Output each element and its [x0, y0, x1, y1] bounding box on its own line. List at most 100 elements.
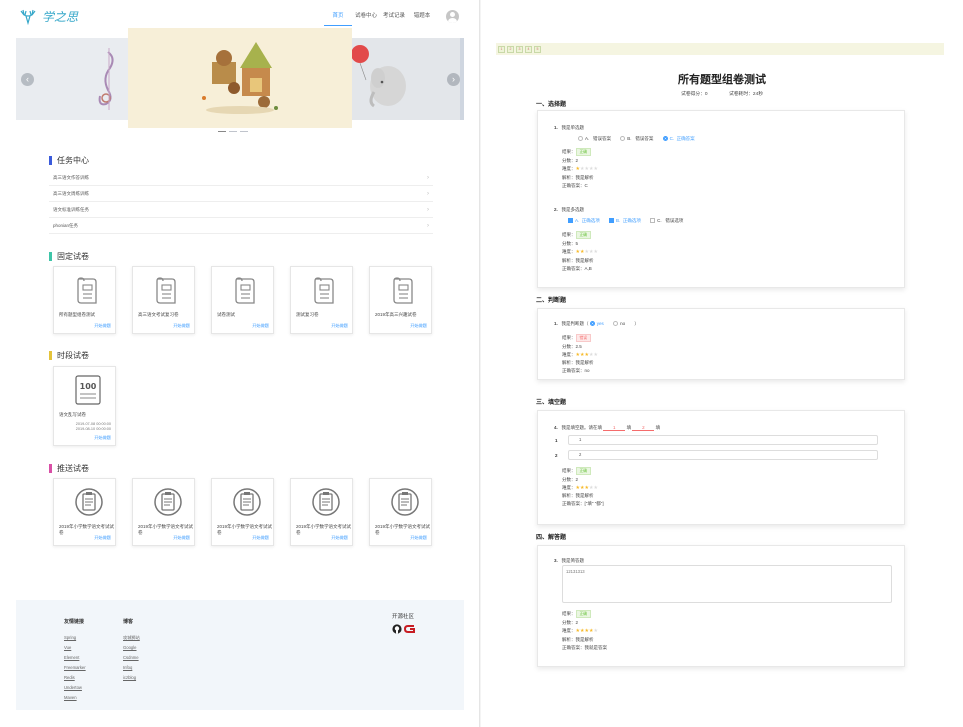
star-empty-icon: ★	[593, 249, 598, 255]
question-stem: 2. 我是多选题	[554, 207, 584, 213]
start-exam-link[interactable]: 开始做题	[94, 535, 111, 541]
carousel-prev-button[interactable]: ‹	[21, 73, 34, 86]
option-c[interactable]: C. 正确答案	[662, 136, 695, 142]
nav-exam-center[interactable]: 试卷中心	[352, 11, 380, 26]
nav-wrong-questions[interactable]: 错题本	[408, 11, 436, 26]
start-exam-link[interactable]: 开始做题	[94, 435, 111, 441]
difficulty-row: 难度：★★★★★	[562, 352, 598, 358]
task-row[interactable]: 语文标准训练任务 ›	[49, 202, 433, 218]
option-b[interactable]: B. 错误答案	[620, 136, 653, 142]
paper-card[interactable]: 2019年小学数学语文考试试卷 开始做题	[290, 478, 353, 546]
paper-card[interactable]: 所有题型组卷测试 开始做题	[53, 266, 116, 334]
question-nav-button[interactable]: 2	[507, 45, 514, 53]
footer-link[interactable]: 攻城狮站	[123, 633, 140, 643]
footer-link[interactable]: Redis	[64, 673, 86, 683]
analysis-row: 解析：我是解析	[562, 175, 594, 181]
question-text-tail: ）	[634, 321, 639, 326]
task-row[interactable]: 高三语文周练训练 ›	[49, 186, 433, 202]
start-exam-link[interactable]: 开始做题	[410, 535, 427, 541]
option-b[interactable]: B. 正确选项	[609, 218, 641, 224]
analysis-row: 解析：我是解析	[562, 258, 594, 264]
option-a[interactable]: A. 正确选项	[568, 218, 600, 224]
answer-input[interactable]: 1	[568, 435, 878, 445]
paper-card[interactable]: 测试复习卷开始做题	[290, 266, 353, 334]
option-text: 错误选项	[665, 218, 684, 223]
star-empty-icon: ★	[593, 352, 598, 358]
app-logo[interactable]: 学之思	[18, 8, 78, 25]
question-nav-button[interactable]: 4	[525, 45, 532, 53]
option-yes[interactable]: yes	[589, 321, 604, 327]
option-text: 正确选项	[622, 218, 641, 223]
user-avatar[interactable]	[446, 10, 459, 23]
clipboard-icon	[75, 488, 103, 516]
paper-card[interactable]: 2019年小学数学语文考试试卷 开始做题	[211, 478, 274, 546]
paper-card[interactable]: 试卷测试 开始做题	[211, 266, 274, 334]
question-navigator: 12345	[496, 43, 944, 55]
answer-textarea[interactable]: 12131313	[562, 565, 892, 603]
result-row: 结果： 正确	[562, 610, 592, 618]
option-no[interactable]: no	[613, 321, 625, 327]
start-exam-link[interactable]: 开始做题	[94, 323, 111, 329]
question-nav-button[interactable]: 1	[498, 45, 505, 53]
paper-name: 测试复习卷	[296, 312, 319, 317]
option-letter: B.	[627, 136, 632, 141]
footer-link[interactable]: Spring	[64, 633, 86, 643]
nav-exam-records[interactable]: 考试记录	[380, 11, 408, 26]
task-row[interactable]: phonian任务 ›	[49, 218, 433, 234]
score-value: 2	[575, 620, 579, 625]
start-exam-link[interactable]: 开始做题	[252, 323, 269, 329]
analysis-label: 解析：	[562, 637, 576, 642]
footer-link[interactable]: Maven	[64, 693, 86, 703]
footer-link[interactable]: Vue	[64, 643, 86, 653]
score-row: 分数：2	[562, 158, 578, 164]
nav-home[interactable]: 首页	[324, 11, 352, 26]
footer-link[interactable]: iczblog	[123, 673, 140, 683]
option-a[interactable]: A. 错误答案	[578, 136, 611, 142]
start-exam-link[interactable]: 开始做题	[331, 535, 348, 541]
task-center-heading: 任务中心	[49, 155, 89, 166]
result-label: 结果：	[562, 335, 576, 340]
paper-card[interactable]: 2019年小学数学语文考试试卷 开始做题	[132, 478, 195, 546]
option-text: 正确选项	[581, 218, 600, 223]
carousel-indicator[interactable]	[229, 131, 237, 132]
gitee-icon[interactable]	[404, 624, 416, 634]
fixed-paper-cards: 所有题型组卷测试 开始做题 高三语文考试复习卷 开始做题 试卷测试 开始做题测试复习卷开始…	[53, 266, 432, 334]
clipboard-icon	[312, 488, 340, 516]
carousel-indicator[interactable]	[218, 131, 226, 132]
task-row[interactable]: 高三语文作答训练 ›	[49, 170, 433, 186]
footer-link[interactable]: Freemarker	[64, 663, 86, 673]
github-icon[interactable]	[392, 624, 402, 634]
analysis-value: 我是解析	[575, 360, 594, 365]
part-heading: 三、填空题	[536, 400, 567, 406]
footer-link[interactable]: Google	[123, 643, 140, 653]
paper-card[interactable]: 2019年小学数学语文考试试卷 开始做题	[53, 478, 116, 546]
question-number: 2.	[554, 207, 558, 212]
timed-paper-card[interactable]: 100 语文乱写试卷 2019-07-08 00:00:00 2019-08-1…	[53, 366, 116, 446]
footer-link[interactable]: Undertow	[64, 683, 86, 693]
clipboard-icon	[391, 488, 419, 516]
question-card-fill: 4. 我是填空题。请在填 1 填 2 填 1 1 2 2 结果： 正确 分数：2 …	[537, 410, 905, 525]
start-exam-link[interactable]: 开始做题	[173, 323, 190, 329]
paper-card[interactable]: 2019年高三兴趣试卷 开始做题	[369, 266, 432, 334]
start-exam-link[interactable]: 开始做题	[173, 535, 190, 541]
chevron-right-icon: ›	[427, 206, 429, 213]
start-exam-link[interactable]: 开始做题	[410, 323, 427, 329]
paper-card[interactable]: 高三语文考试复习卷 开始做题	[132, 266, 195, 334]
timed-paper-cards: 100 语文乱写试卷 2019-07-08 00:00:00 2019-08-1…	[53, 366, 116, 446]
analysis-row: 解析：我是解析	[562, 360, 594, 366]
start-exam-link[interactable]: 开始做题	[252, 535, 269, 541]
footer-link[interactable]: Element	[64, 653, 86, 663]
carousel-next-button[interactable]: ›	[447, 73, 460, 86]
carousel-indicator[interactable]	[240, 131, 248, 132]
score-row: 分数：2	[562, 620, 578, 626]
correct-answer-row: 正确答案：["填" "都"]	[562, 501, 604, 507]
paper-card[interactable]: 2019年小学数学语文考试试卷 开始做题	[369, 478, 432, 546]
footer-link[interactable]: Infoq	[123, 663, 140, 673]
answer-input[interactable]: 2	[568, 450, 878, 460]
question-nav-button[interactable]: 5	[534, 45, 541, 53]
question-nav-button[interactable]: 3	[516, 45, 523, 53]
start-exam-link[interactable]: 开始做题	[331, 323, 348, 329]
option-c[interactable]: C. 错误选项	[650, 218, 683, 224]
footer-link[interactable]: Csdnme	[123, 653, 140, 663]
correct-answer-label: 正确答案：	[562, 645, 585, 650]
